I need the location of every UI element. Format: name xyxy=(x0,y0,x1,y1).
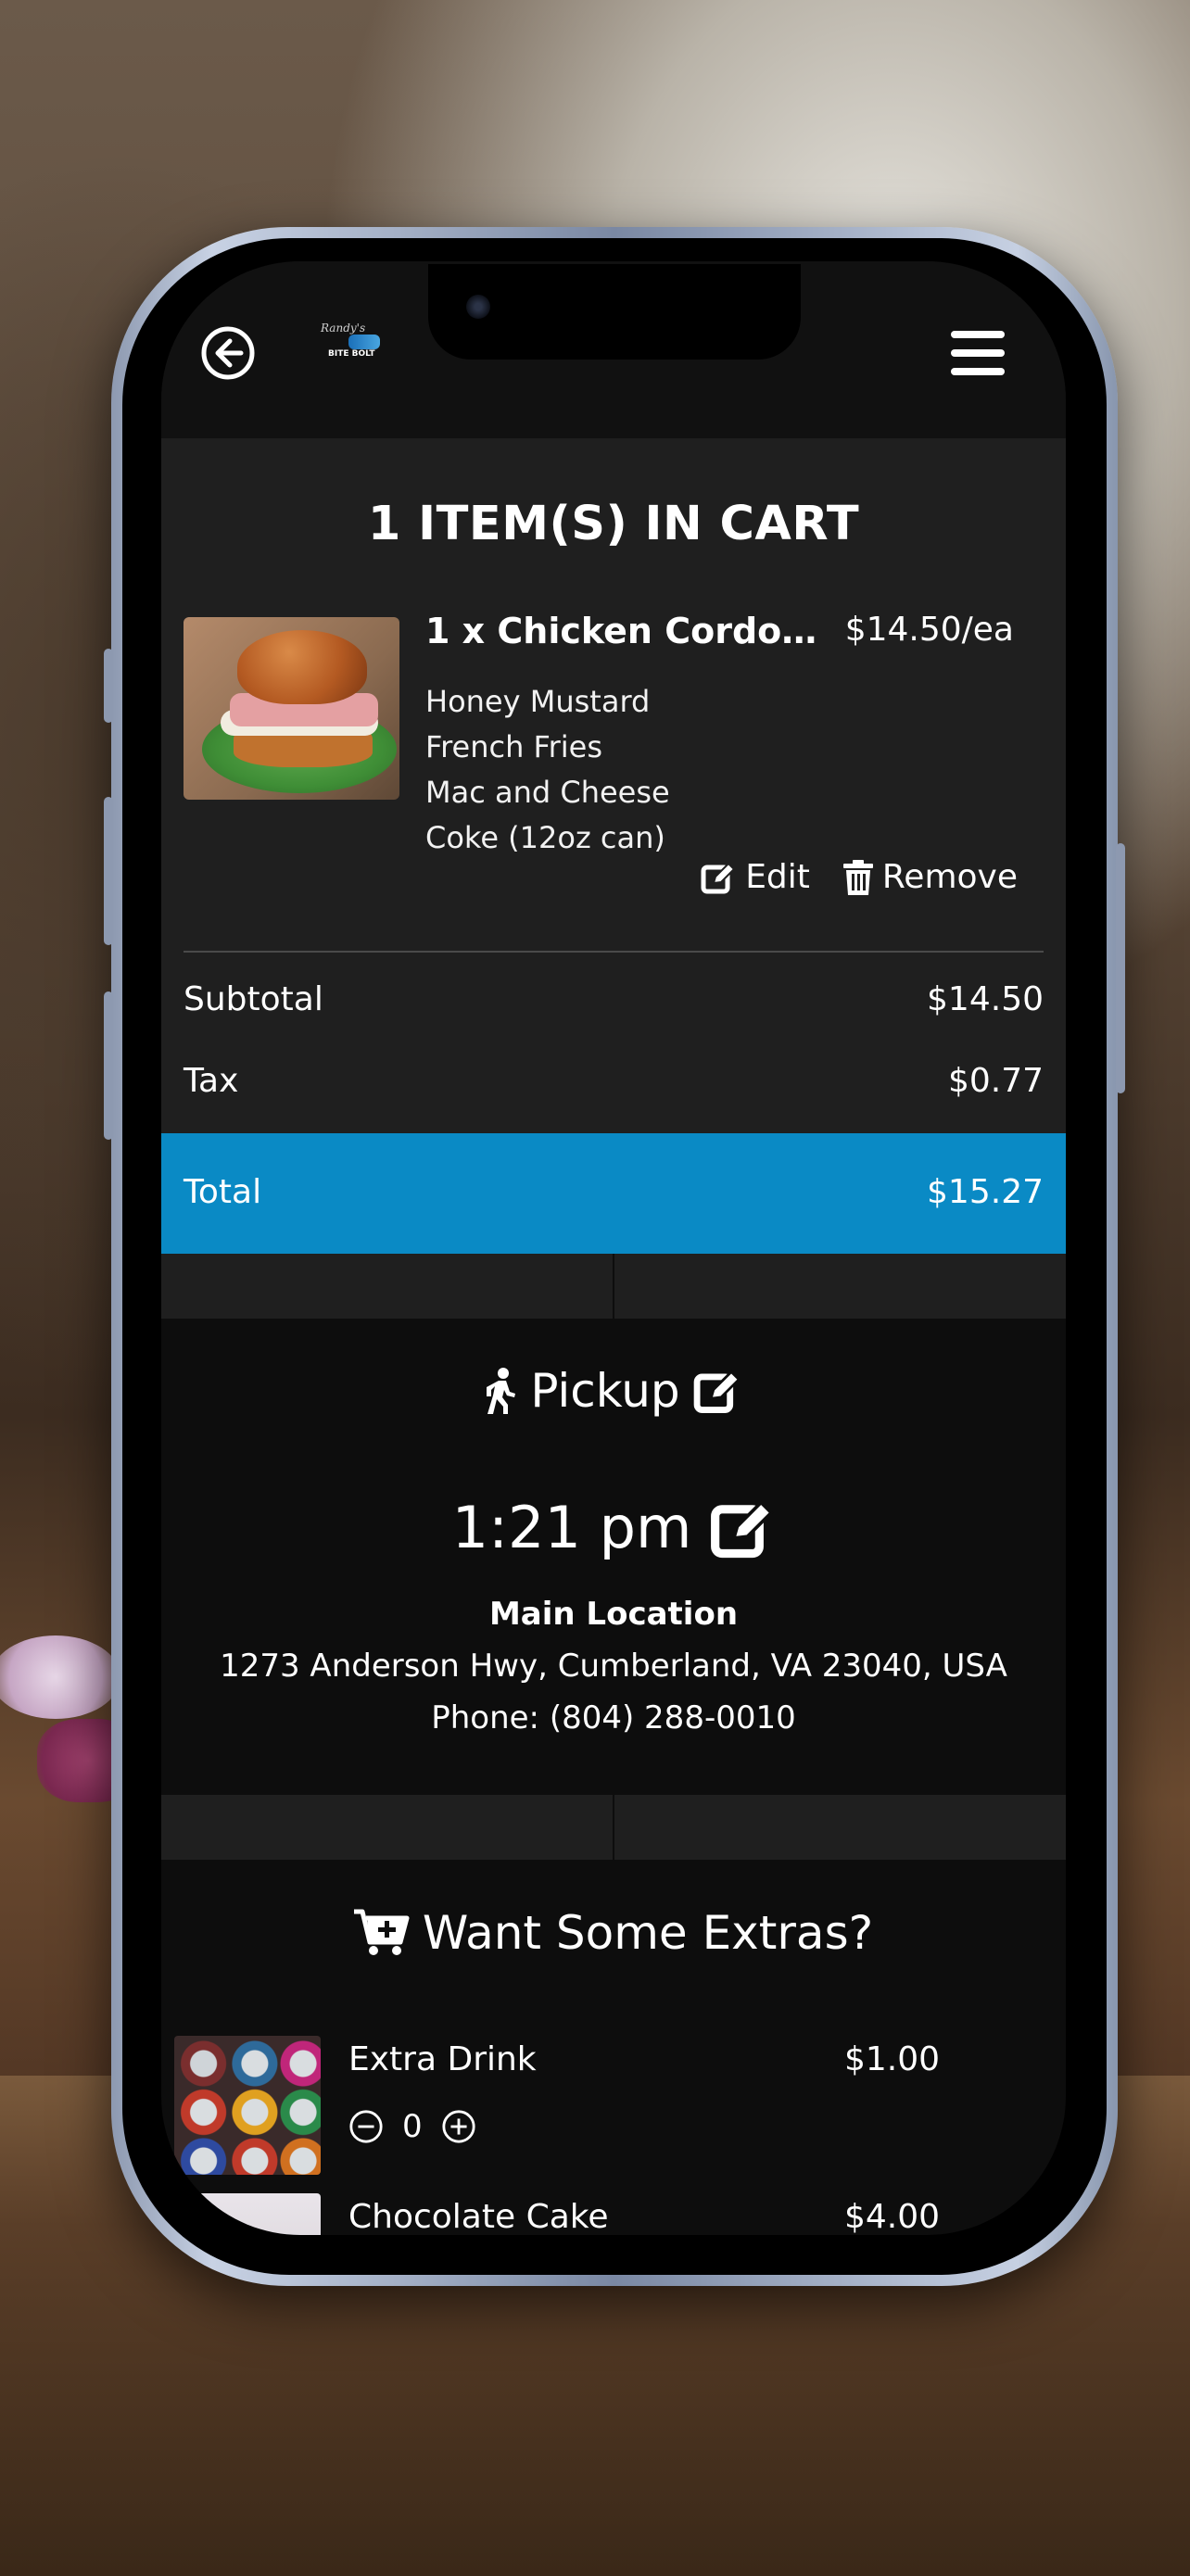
phone-screen: Randy's BITE BOLT 1 ITEM(S) IN CART 1 x … xyxy=(161,261,1066,2235)
front-camera xyxy=(466,295,490,319)
location-address: 1273 Anderson Hwy, Cumberland, VA 23040,… xyxy=(220,1648,1007,1685)
modifier-item: Mac and Cheese xyxy=(425,775,670,810)
cart-title: 1 ITEM(S) IN CART xyxy=(367,497,860,551)
edit-pickup-icon[interactable] xyxy=(693,1368,741,1414)
remove-item-button[interactable]: Remove xyxy=(842,858,1018,896)
pickup-time-value: 1:21 pm xyxy=(451,1494,692,1561)
subtotal-label: Subtotal xyxy=(184,980,323,1018)
total-bar: Total $15.27 xyxy=(161,1133,1066,1254)
modifier-item: Honey Mustard xyxy=(425,684,651,719)
logo-script-text: Randy's xyxy=(321,322,366,335)
drink-cans-image xyxy=(174,2036,321,2175)
plus-circle-icon[interactable] xyxy=(441,2109,476,2144)
cart-panel: 1 ITEM(S) IN CART 1 x Chicken Cordon... … xyxy=(161,438,1066,1254)
subtotal-row: Subtotal $14.50 xyxy=(184,980,1044,1018)
edit-time-icon[interactable] xyxy=(710,1497,775,1559)
section-separator xyxy=(161,1795,1066,1860)
chicken-cordon-bleu-image xyxy=(184,617,399,800)
edit-label: Edit xyxy=(745,858,810,896)
cart-item-actions: Edit Remove xyxy=(701,858,1018,896)
extra-item-name: Extra Drink xyxy=(348,2040,537,2078)
power-button xyxy=(1116,843,1125,1093)
pickup-time[interactable]: 1:21 pm xyxy=(161,1494,1066,1561)
cart-plus-icon xyxy=(353,1909,410,1955)
quantity-value: 0 xyxy=(402,2108,423,2145)
section-separator xyxy=(161,1254,1066,1319)
walking-person-icon xyxy=(487,1368,516,1414)
extra-item-price: $1.00 xyxy=(843,2040,940,2078)
extras-title: Want Some Extras? xyxy=(422,1906,874,1960)
hamburger-menu-icon[interactable] xyxy=(951,331,1005,375)
modifier-item: French Fries xyxy=(425,729,603,764)
divider xyxy=(184,951,1044,953)
volume-up-button xyxy=(104,797,113,945)
back-arrow-icon[interactable] xyxy=(200,325,256,381)
quantity-stepper: 0 xyxy=(348,2108,476,2145)
total-row: Total $15.27 xyxy=(184,1173,1044,1211)
cart-item-modifiers: Honey Mustard French Fries Mac and Chees… xyxy=(425,679,670,861)
total-label: Total xyxy=(184,1173,262,1211)
cart-item-price: $14.50/ea xyxy=(844,611,1014,649)
logo-car-graphic xyxy=(348,335,380,349)
tax-row: Tax $0.77 xyxy=(184,1062,1044,1100)
extra-item-name: Chocolate Cake xyxy=(348,2198,609,2235)
trash-icon xyxy=(842,859,873,895)
location-phone[interactable]: Phone: (804) 288-0010 xyxy=(161,1699,1066,1736)
tax-value: $0.77 xyxy=(947,1062,1044,1100)
volume-down-button xyxy=(104,991,113,1140)
extra-item-price: $4.00 xyxy=(843,2198,940,2235)
remove-label: Remove xyxy=(881,858,1018,896)
total-value: $15.27 xyxy=(927,1173,1044,1211)
brand-logo[interactable]: Randy's BITE BOLT xyxy=(321,322,395,377)
edit-item-button[interactable]: Edit xyxy=(701,858,810,896)
chocolate-cake-image xyxy=(174,2193,321,2235)
edit-icon xyxy=(701,862,736,893)
subtotal-value: $14.50 xyxy=(927,980,1044,1018)
minus-circle-icon[interactable] xyxy=(348,2109,384,2144)
logo-wordmark: BITE BOLT xyxy=(328,349,375,359)
pickup-title: Pickup xyxy=(530,1364,680,1418)
tax-label: Tax xyxy=(184,1062,239,1100)
extras-header: Want Some Extras? xyxy=(161,1906,1066,1960)
cart-item-name: 1 x Chicken Cordon... xyxy=(425,611,824,651)
location-name: Main Location xyxy=(488,1596,739,1633)
pickup-header[interactable]: Pickup xyxy=(161,1364,1066,1418)
mute-switch xyxy=(104,649,113,723)
modifier-item: Coke (12oz can) xyxy=(425,820,665,855)
